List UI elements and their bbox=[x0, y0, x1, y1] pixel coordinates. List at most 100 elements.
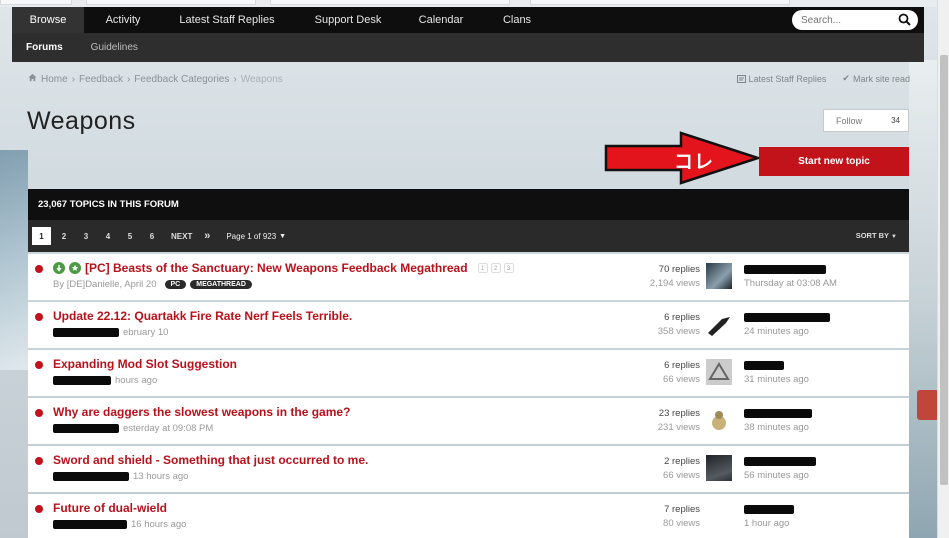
scrollbar-thumb[interactable] bbox=[940, 55, 948, 485]
tag-pc[interactable]: PC bbox=[164, 280, 187, 289]
mini-page-2[interactable]: 2 bbox=[490, 263, 501, 273]
background-left bbox=[0, 150, 28, 370]
mini-page-1[interactable]: 1 bbox=[477, 263, 488, 273]
breadcrumb-current: Weapons bbox=[240, 73, 283, 85]
page-5[interactable]: 5 bbox=[119, 227, 141, 245]
avatar[interactable] bbox=[706, 503, 732, 529]
redacted-username bbox=[53, 520, 127, 529]
topic-title-link[interactable]: [PC] Beasts of the Sanctuary: New Weapon… bbox=[85, 261, 468, 275]
last-poster: Thursday at 03:08 AM bbox=[744, 263, 837, 291]
breadcrumb-feedback-categories[interactable]: Feedback Categories bbox=[134, 74, 229, 85]
search-input[interactable] bbox=[801, 14, 891, 26]
topic-row: Update 22.12: Quartakk Fire Rate Nerf Fe… bbox=[28, 302, 909, 348]
tag-megathread[interactable]: MEGATHREAD bbox=[190, 280, 252, 289]
topic-author: esterday at 09:08 PM bbox=[123, 423, 214, 434]
page-4[interactable]: 4 bbox=[97, 227, 119, 245]
tab-calendar[interactable]: Calendar bbox=[404, 7, 478, 33]
breadcrumb-actions: Latest Staff Replies ✔ Mark site read bbox=[736, 73, 910, 84]
last-post-time: 1 hour ago bbox=[744, 518, 790, 529]
last-post-time: Thursday at 03:08 AM bbox=[744, 278, 837, 289]
subnav-guidelines[interactable]: Guidelines bbox=[77, 42, 152, 53]
avatar[interactable] bbox=[706, 455, 732, 481]
mark-site-read-link[interactable]: ✔ Mark site read bbox=[842, 73, 910, 84]
follow-count: 34 bbox=[891, 116, 900, 125]
breadcrumb-home[interactable]: Home bbox=[41, 74, 68, 85]
sort-by-dropdown[interactable]: SORT BY ▼ bbox=[856, 231, 897, 240]
start-new-topic-button[interactable]: Start new topic bbox=[759, 147, 909, 176]
replies-count: 2 replies bbox=[664, 456, 700, 467]
topic-title-link[interactable]: Update 22.12: Quartakk Fire Rate Nerf Fe… bbox=[53, 309, 352, 323]
topic-stats: 23 replies 231 views bbox=[658, 407, 700, 435]
avatar[interactable] bbox=[706, 311, 732, 337]
background-right bbox=[909, 60, 939, 538]
replies-count: 7 replies bbox=[664, 504, 700, 515]
topics-count-header: 23,067 TOPICS IN THIS FORUM bbox=[28, 189, 909, 220]
topic-row: Expanding Mod Slot Suggestion hours ago … bbox=[28, 350, 909, 396]
follow-button[interactable]: Follow 34 bbox=[823, 109, 909, 132]
tab-support-desk[interactable]: Support Desk bbox=[292, 7, 404, 33]
replies-count: 70 replies bbox=[658, 264, 700, 275]
views-count: 358 views bbox=[657, 326, 700, 337]
topic-author: 13 hours ago bbox=[133, 471, 189, 482]
subnav-forums[interactable]: Forums bbox=[12, 42, 77, 53]
unread-dot-icon bbox=[35, 409, 43, 417]
avatar[interactable] bbox=[706, 407, 732, 433]
last-poster: 24 minutes ago bbox=[744, 311, 830, 339]
topic-list: [PC] Beasts of the Sanctuary: New Weapon… bbox=[28, 254, 909, 538]
redacted-username bbox=[744, 456, 816, 466]
unread-dot-icon bbox=[35, 265, 43, 273]
topic-mini-pagination: 1 2 3 bbox=[477, 263, 514, 273]
topic-title-link[interactable]: Why are daggers the slowest weapons in t… bbox=[53, 405, 350, 419]
topic-author: ebruary 10 bbox=[123, 327, 169, 338]
page-jump-dropdown[interactable]: Page 1 of 923 ▼ bbox=[226, 227, 286, 245]
page-3[interactable]: 3 bbox=[75, 227, 97, 245]
page-6[interactable]: 6 bbox=[141, 227, 163, 245]
redacted-username bbox=[744, 408, 812, 418]
last-poster: 1 hour ago bbox=[744, 503, 794, 531]
page-scrollbar[interactable] bbox=[937, 0, 949, 538]
unread-dot-icon bbox=[35, 457, 43, 465]
next-page-button[interactable]: NEXT bbox=[167, 227, 196, 245]
topic-author: By [DE]Danielle, April 20 bbox=[53, 279, 157, 290]
page-1[interactable]: 1 bbox=[32, 227, 51, 245]
topic-title-link[interactable]: Expanding Mod Slot Suggestion bbox=[53, 357, 237, 371]
topic-row: Future of dual-wield 16 hours ago 7 repl… bbox=[28, 494, 909, 538]
last-poster: 56 minutes ago bbox=[744, 455, 816, 483]
views-count: 80 views bbox=[663, 518, 700, 529]
last-page-button[interactable]: » bbox=[196, 227, 218, 245]
pagination-bar: 1 2 3 4 5 6 NEXT » Page 1 of 923 ▼ SORT … bbox=[28, 220, 909, 252]
topic-title-link[interactable]: Sword and shield - Something that just o… bbox=[53, 453, 368, 467]
topic-author: hours ago bbox=[115, 375, 158, 386]
tab-clans[interactable]: Clans bbox=[478, 7, 556, 33]
breadcrumb-feedback[interactable]: Feedback bbox=[79, 74, 123, 85]
sort-caret-icon: ▼ bbox=[891, 234, 897, 240]
topic-title-link[interactable]: Future of dual-wield bbox=[53, 501, 167, 515]
last-post-time: 31 minutes ago bbox=[744, 374, 809, 385]
avatar[interactable] bbox=[706, 263, 732, 289]
unread-dot-icon bbox=[35, 361, 43, 369]
latest-staff-replies-link[interactable]: Latest Staff Replies bbox=[736, 74, 826, 84]
page-title: Weapons bbox=[27, 107, 136, 135]
page-2[interactable]: 2 bbox=[53, 227, 75, 245]
avatar[interactable] bbox=[706, 359, 732, 385]
redacted-username bbox=[53, 472, 129, 481]
topic-row: Why are daggers the slowest weapons in t… bbox=[28, 398, 909, 444]
replies-count: 6 replies bbox=[664, 312, 700, 323]
last-poster: 31 minutes ago bbox=[744, 359, 809, 387]
home-icon bbox=[28, 73, 37, 85]
tab-browse[interactable]: Browse bbox=[12, 7, 84, 33]
views-count: 66 views bbox=[663, 470, 700, 481]
tab-latest-staff-replies[interactable]: Latest Staff Replies bbox=[162, 7, 292, 33]
topic-row: Sword and shield - Something that just o… bbox=[28, 446, 909, 492]
search-icon[interactable] bbox=[898, 13, 911, 29]
featured-star-icon bbox=[69, 262, 81, 274]
last-post-time: 24 minutes ago bbox=[744, 326, 809, 337]
unread-dot-icon bbox=[35, 313, 43, 321]
replies-count: 6 replies bbox=[664, 360, 700, 371]
topic-author: 16 hours ago bbox=[131, 519, 187, 530]
redacted-username bbox=[53, 424, 119, 433]
main-nav: Browse Activity Latest Staff Replies Sup… bbox=[12, 7, 924, 33]
tab-activity[interactable]: Activity bbox=[84, 7, 162, 33]
mini-page-3[interactable]: 3 bbox=[503, 263, 514, 273]
views-count: 2,194 views bbox=[649, 278, 700, 289]
